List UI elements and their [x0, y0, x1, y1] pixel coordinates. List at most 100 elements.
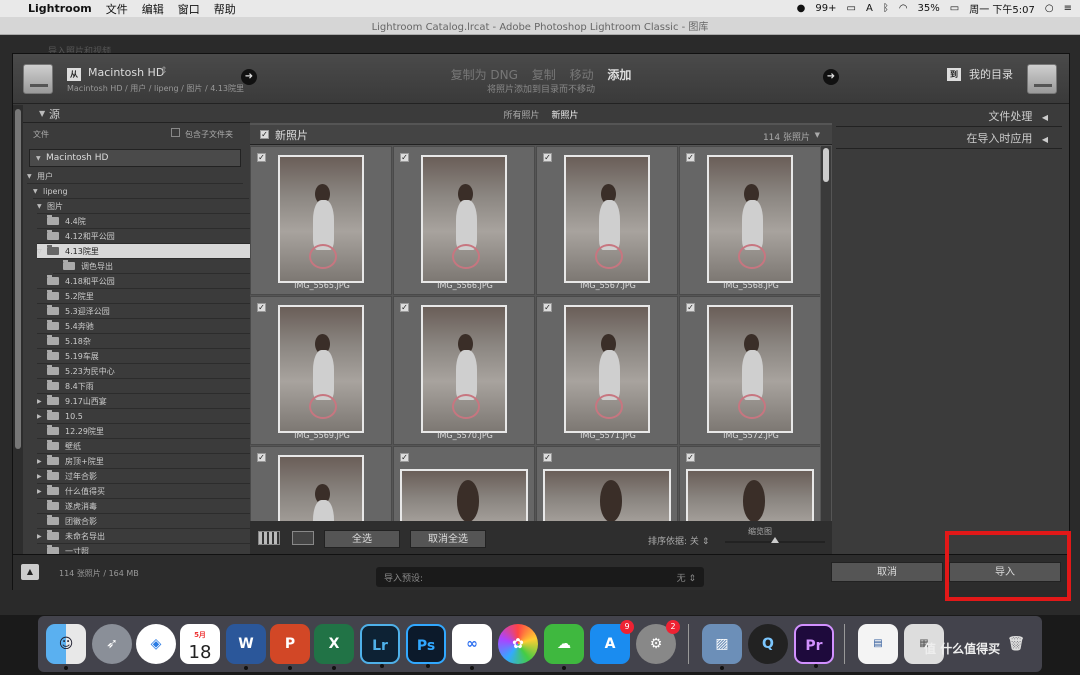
select-all-checkbox[interactable]: ✓: [260, 130, 269, 139]
photo-thumbnail[interactable]: [421, 155, 507, 283]
folder-item[interactable]: 4.4院: [37, 214, 250, 229]
preview-icon[interactable]: ▨: [702, 624, 742, 670]
grid-view-icon[interactable]: [258, 531, 280, 545]
folder-item[interactable]: 4.18和平公园: [37, 274, 250, 289]
system-preferences-icon[interactable]: ⚙ 2: [636, 620, 680, 664]
folder-item[interactable]: ▶ 什么值得买: [37, 484, 250, 499]
mode-copy-dng[interactable]: 复制为 DNG: [451, 68, 518, 82]
photo-checkbox[interactable]: ✓: [686, 453, 695, 462]
folder-item[interactable]: 12.29院里: [37, 424, 250, 439]
folder-item[interactable]: ▶ 10.5: [37, 409, 250, 424]
folder-item[interactable]: 5.4奔驰: [37, 319, 250, 334]
folder-item[interactable]: ▶ 房顶+院里: [37, 454, 250, 469]
photo-thumbnail[interactable]: [707, 305, 793, 433]
baidu-netdisk-icon[interactable]: ∞: [452, 624, 492, 670]
wechat-icon[interactable]: ☁: [544, 624, 584, 670]
photo-thumbnail[interactable]: [278, 455, 364, 521]
photo-checkbox[interactable]: ✓: [257, 453, 266, 462]
expanded-icon[interactable]: ▽: [37, 248, 47, 255]
photos-icon[interactable]: ✿: [498, 624, 538, 664]
word-icon[interactable]: W: [226, 624, 266, 670]
sort-dropdown-icon[interactable]: ⇕: [702, 537, 710, 547]
safari-icon[interactable]: ◈: [136, 624, 176, 664]
menu-edit[interactable]: 编辑: [142, 1, 164, 17]
expand-icon[interactable]: ▶: [37, 488, 47, 495]
powerpoint-icon[interactable]: P: [270, 624, 310, 670]
photo-checkbox[interactable]: ✓: [400, 453, 409, 462]
mode-add[interactable]: 添加: [607, 68, 631, 82]
folder-item[interactable]: 调色导出: [53, 259, 250, 274]
folder-item[interactable]: 遂虎消毒: [37, 499, 250, 514]
photo-checkbox[interactable]: ✓: [257, 303, 266, 312]
app-store-icon[interactable]: A9: [590, 620, 634, 664]
expand-icon[interactable]: ▶: [37, 533, 47, 540]
folder-item[interactable]: ▽ 4.13院里: [37, 244, 250, 259]
battery-percent[interactable]: 35%: [918, 3, 940, 14]
input-method-icon[interactable]: A: [866, 3, 873, 14]
photo-thumbnail[interactable]: [707, 155, 793, 283]
notification-count[interactable]: 99+: [815, 3, 836, 14]
photo-cell[interactable]: ✓ IMG_5571.JPG: [536, 296, 678, 445]
cancel-button[interactable]: 取消: [831, 562, 943, 582]
photo-thumbnail[interactable]: [686, 469, 814, 521]
photo-cell[interactable]: ✓ IMG_5570.JPG: [393, 296, 535, 445]
photo-cell[interactable]: ✓ IMG_5569.JPG: [250, 296, 392, 445]
photo-thumbnail[interactable]: [278, 305, 364, 433]
photo-thumbnail[interactable]: [564, 155, 650, 283]
loupe-view-icon[interactable]: [292, 531, 314, 545]
wifi-icon[interactable]: ◠: [899, 3, 908, 14]
expand-icon[interactable]: ▶: [37, 473, 47, 480]
photo-cell[interactable]: ✓: [536, 446, 678, 521]
photo-cell[interactable]: ✓ IMG_5572.JPG: [679, 296, 820, 445]
folder-item[interactable]: ▶ 未命名导出: [37, 529, 250, 544]
sort-value[interactable]: 关: [690, 537, 699, 547]
source-panel-header[interactable]: ▼ 源: [23, 105, 250, 123]
mode-move[interactable]: 移动: [570, 68, 594, 82]
deselect-all-button[interactable]: 取消全选: [410, 530, 486, 548]
catalog-drive-icon[interactable]: [1027, 64, 1057, 94]
source-scrollbar[interactable]: [13, 105, 23, 554]
calendar-icon[interactable]: 5月 18: [180, 624, 220, 664]
photo-cell[interactable]: ✓ IMG_5568.JPG: [679, 146, 820, 295]
list-menu-icon[interactable]: ≡: [1064, 3, 1072, 14]
dest-name[interactable]: 我的目录: [969, 66, 1013, 82]
photo-thumbnail[interactable]: [421, 305, 507, 433]
menu-help[interactable]: 帮助: [214, 1, 236, 17]
apply-during-import-header[interactable]: 在导入时应用 ◀: [836, 129, 1062, 149]
expand-icon[interactable]: ▶: [37, 398, 47, 405]
sort-control[interactable]: 排序依据: 关 ⇕: [648, 534, 709, 547]
clock[interactable]: 周一 下午5:07: [969, 1, 1035, 16]
folder-item[interactable]: 5.2院里: [37, 289, 250, 304]
grid-collapse-icon[interactable]: ▼: [815, 131, 820, 139]
grid-scrollbar[interactable]: [821, 146, 831, 521]
photo-checkbox[interactable]: ✓: [400, 153, 409, 162]
file-handling-header[interactable]: 文件处理 ◀: [836, 107, 1062, 127]
expand-dialog-icon[interactable]: ▲: [21, 564, 39, 580]
trash-icon[interactable]: 🗑: [996, 624, 1036, 664]
photo-thumbnail[interactable]: [564, 305, 650, 433]
folder-item[interactable]: 5.23为民中心: [37, 364, 250, 379]
folder-item[interactable]: 5.18杂: [37, 334, 250, 349]
bluetooth-icon[interactable]: ᛒ: [883, 3, 889, 14]
premiere-icon[interactable]: Pr: [794, 624, 834, 668]
expand-icon[interactable]: ▶: [37, 458, 47, 465]
folder-item[interactable]: 壁纸: [37, 439, 250, 454]
import-preset-select[interactable]: 导入预设: 无 ⇕: [376, 567, 704, 587]
filter-all-photos[interactable]: 所有照片: [503, 108, 539, 121]
photo-thumbnail[interactable]: [543, 469, 671, 521]
photo-checkbox[interactable]: ✓: [400, 303, 409, 312]
app-menu[interactable]: Lightroom: [28, 2, 92, 15]
photo-cell[interactable]: ✓: [679, 446, 820, 521]
search-icon[interactable]: ○: [1045, 3, 1054, 14]
mode-copy[interactable]: 复制: [532, 68, 556, 82]
finder-icon[interactable]: ☺: [46, 624, 86, 670]
folder-item[interactable]: 一寸照: [37, 544, 250, 554]
photo-cell[interactable]: ✓: [393, 446, 535, 521]
wechat-status-icon[interactable]: ●: [797, 3, 806, 14]
folder-item[interactable]: 团徽合影: [37, 514, 250, 529]
launchpad-icon[interactable]: ➶: [92, 624, 132, 664]
expand-icon[interactable]: ▶: [37, 413, 47, 420]
folder-item[interactable]: ▶ 9.17山西宴: [37, 394, 250, 409]
photo-thumbnail[interactable]: [278, 155, 364, 283]
photo-cell[interactable]: ✓ IMG_5566.JPG: [393, 146, 535, 295]
